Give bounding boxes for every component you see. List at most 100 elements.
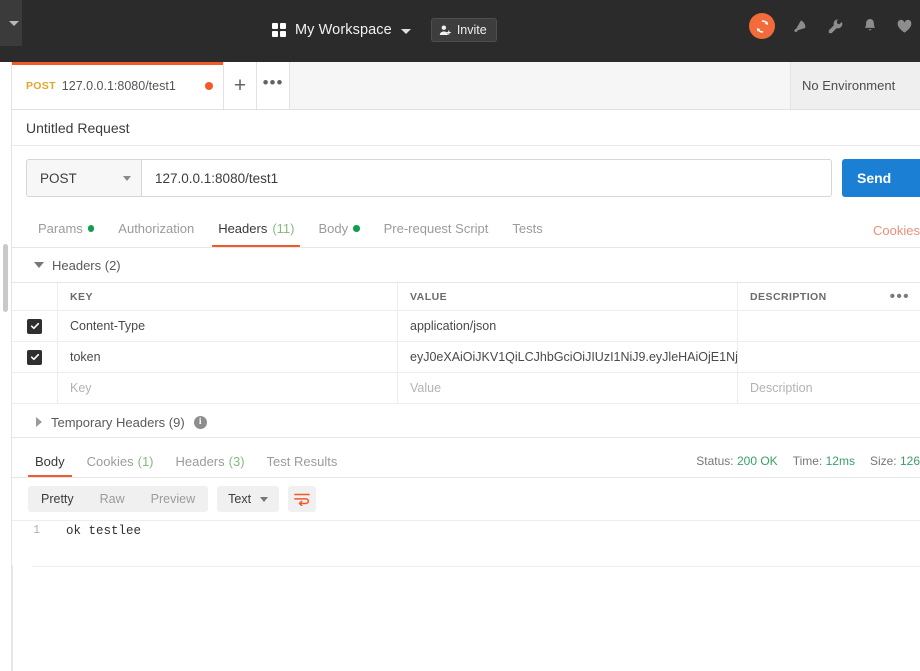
headers-group-toggle[interactable]: Headers (2): [12, 248, 920, 282]
headers-table: KEY VALUE DESCRIPTION ••• Content-Type a…: [12, 282, 920, 404]
response-viewer-toolbar: Pretty Raw Preview Text: [12, 478, 920, 520]
response-tab-body-label: Body: [35, 453, 65, 469]
status-value: 200 OK: [736, 454, 778, 468]
chevron-down-icon: [123, 175, 131, 181]
row-checkbox-cell: [12, 311, 58, 341]
new-header-value-input[interactable]: Value: [398, 373, 738, 403]
broadcast-icon[interactable]: [791, 17, 810, 36]
tab-body[interactable]: Body: [306, 210, 371, 247]
page-title: Untitled Request: [12, 110, 920, 146]
info-icon[interactable]: i: [193, 415, 207, 429]
chevron-down-icon: [260, 496, 269, 502]
content-left-border: [12, 565, 13, 671]
heart-icon[interactable]: [895, 17, 914, 36]
tab-params[interactable]: Params: [26, 210, 106, 247]
response-format-select[interactable]: Text: [217, 486, 280, 512]
top-bar: My Workspace Invite: [0, 0, 920, 62]
column-description-label: DESCRIPTION: [750, 290, 827, 303]
header-key-cell[interactable]: Content-Type: [58, 311, 398, 341]
response-tab-headers[interactable]: Headers (3): [165, 445, 256, 477]
response-format-value: Text: [228, 492, 252, 506]
tab-options-button[interactable]: •••: [257, 62, 290, 109]
new-tab-button[interactable]: +: [224, 62, 257, 109]
size-badge[interactable]: Size: 126: [870, 454, 920, 468]
header-value-cell[interactable]: eyJ0eXAiOiJKV1QiLCJhbGciOiJIUzI1NiJ9.eyJ…: [398, 342, 738, 372]
chevron-down-icon: [400, 28, 411, 34]
tab-method-label: POST: [26, 79, 56, 92]
response-tab-body[interactable]: Body: [24, 445, 76, 477]
tab-authorization[interactable]: Authorization: [106, 210, 206, 247]
new-header-description-input[interactable]: Description: [738, 373, 920, 403]
request-section-tabs: Params Authorization Headers (11) Body P…: [12, 210, 920, 248]
http-method-select[interactable]: POST: [26, 159, 141, 197]
row-checkbox[interactable]: [27, 318, 42, 334]
sidebar-scrollbar[interactable]: [3, 244, 8, 312]
view-mode-pretty[interactable]: Pretty: [28, 486, 87, 512]
table-row-empty[interactable]: Key Value Description: [12, 373, 920, 404]
tab-pre-request-script[interactable]: Pre-request Script: [372, 210, 501, 247]
wrap-lines-icon: [294, 493, 310, 506]
table-row[interactable]: token eyJ0eXAiOiJKV1QiLCJhbGciOiJIUzI1Ni…: [12, 342, 920, 373]
size-label: Size:: [869, 454, 897, 468]
tab-tests-label: Tests: [512, 221, 543, 236]
environment-selector[interactable]: No Environment: [790, 62, 920, 109]
bell-icon[interactable]: [861, 17, 879, 35]
body-active-dot: [353, 225, 360, 232]
send-button[interactable]: Send: [842, 159, 920, 197]
line-content: ok testlee: [66, 524, 142, 538]
chevron-down-icon: [9, 20, 19, 26]
tab-headers[interactable]: Headers (11): [206, 210, 306, 247]
bulk-edit-button[interactable]: •••: [890, 288, 910, 305]
workspace-selector[interactable]: My Workspace Invite: [272, 18, 497, 42]
header-checkbox-column: [12, 283, 58, 310]
time-badge: Time: 12ms: [793, 454, 855, 468]
new-header-key-input[interactable]: Key: [58, 373, 398, 403]
header-description-cell[interactable]: [738, 342, 920, 372]
sidebar-collapse-stub[interactable]: [0, 0, 22, 46]
tab-tests[interactable]: Tests: [500, 210, 554, 247]
view-mode-group: Pretty Raw Preview: [28, 486, 209, 512]
request-tab[interactable]: POST 127.0.0.1:8080/test1: [12, 62, 224, 109]
wrench-icon[interactable]: [826, 17, 845, 36]
temporary-headers-toggle[interactable]: Temporary Headers (9) i: [12, 407, 920, 438]
response-tab-cookies-count: (1): [137, 453, 154, 469]
person-add-icon: [439, 25, 451, 35]
column-key: KEY: [58, 283, 398, 310]
status-badge[interactable]: Status: 200 OK: [696, 454, 777, 468]
chevron-down-icon: [34, 262, 44, 268]
request-tab-strip: POST 127.0.0.1:8080/test1 + •••: [12, 62, 920, 110]
row-checkbox-cell: [12, 342, 58, 372]
tab-params-label: Params: [38, 221, 83, 236]
time-label: Time:: [792, 454, 823, 468]
url-input[interactable]: 127.0.0.1:8080/test1: [141, 159, 832, 197]
header-value-cell[interactable]: application/json: [398, 311, 738, 341]
sync-icon[interactable]: [749, 13, 775, 39]
table-row[interactable]: Content-Type application/json: [12, 311, 920, 342]
response-tab-test-results[interactable]: Test Results: [256, 445, 349, 477]
response-meta: Status: 200 OK Time: 12ms Size: 126: [696, 454, 920, 468]
row-checkbox[interactable]: [27, 349, 42, 365]
response-tab-cookies[interactable]: Cookies (1): [76, 445, 165, 477]
new-header-key-placeholder: Key: [70, 381, 92, 395]
code-line: 1 ok testlee: [12, 521, 920, 540]
workspace-name: My Workspace: [295, 22, 392, 38]
header-key-cell[interactable]: token: [58, 342, 398, 372]
cookies-link[interactable]: Cookies: [873, 223, 920, 238]
table-header-row: KEY VALUE DESCRIPTION •••: [12, 283, 920, 311]
response-tab-cookies-label: Cookies: [86, 453, 134, 469]
wrap-lines-button[interactable]: [288, 486, 317, 512]
view-mode-raw[interactable]: Raw: [87, 486, 138, 512]
view-mode-preview[interactable]: Preview: [138, 486, 208, 512]
response-tab-headers-label: Headers: [175, 453, 225, 469]
new-header-description-placeholder: Description: [750, 381, 813, 395]
temporary-headers-label: Temporary Headers (9): [51, 414, 185, 430]
status-label: Status:: [696, 454, 734, 468]
code-divider: [32, 566, 920, 567]
invite-button[interactable]: Invite: [430, 18, 497, 42]
left-sidebar-rail: [0, 62, 12, 671]
chevron-right-icon: [36, 417, 42, 427]
line-number: 1: [33, 524, 40, 537]
response-body-viewer[interactable]: 1 ok testlee: [12, 520, 920, 671]
header-key-value: token: [70, 350, 101, 364]
header-description-cell[interactable]: [738, 311, 920, 341]
